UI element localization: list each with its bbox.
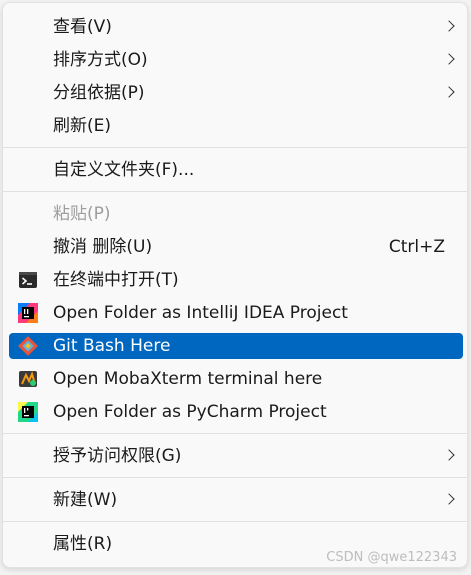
watermark: CSDN @qwe122343 [326, 550, 457, 565]
context-menu: 查看(V) 排序方式(O) 分组依据(P) 刷新(E) 自定义文件夹(F)...… [2, 2, 468, 568]
menu-item-group-by[interactable]: 分组依据(P) [9, 80, 463, 106]
intellij-idea-icon [18, 303, 38, 323]
mobaxterm-icon [18, 369, 38, 389]
menu-separator [3, 191, 467, 192]
menu-item-view[interactable]: 查看(V) [9, 14, 463, 40]
menu-item-label: 撤消 删除(U) [53, 237, 153, 257]
menu-item-open-pycharm[interactable]: Open Folder as PyCharm Project [9, 399, 463, 425]
menu-item-sort-by[interactable]: 排序方式(O) [9, 47, 463, 73]
menu-separator [3, 433, 467, 434]
menu-separator [3, 477, 467, 478]
menu-item-refresh[interactable]: 刷新(E) [9, 113, 463, 139]
menu-item-give-access[interactable]: 授予访问权限(G) [9, 443, 463, 469]
menu-item-label: Open Folder as PyCharm Project [53, 402, 327, 422]
git-icon [18, 336, 38, 356]
chevron-right-icon [443, 20, 455, 32]
menu-item-open-mobaxterm[interactable]: Open MobaXterm terminal here [9, 366, 463, 392]
menu-item-paste: 粘贴(P) [9, 201, 463, 227]
menu-item-label: 刷新(E) [53, 116, 112, 136]
menu-item-label: 自定义文件夹(F)... [53, 160, 195, 180]
menu-item-git-bash-here[interactable]: Git Bash Here [9, 333, 463, 359]
menu-item-customize-folder[interactable]: 自定义文件夹(F)... [9, 157, 463, 183]
chevron-right-icon [443, 493, 455, 505]
menu-item-label: 排序方式(O) [53, 50, 148, 70]
menu-item-label: 新建(W) [53, 490, 118, 510]
menu-item-open-in-terminal[interactable]: 在终端中打开(T) [9, 267, 463, 293]
menu-item-new[interactable]: 新建(W) [9, 487, 463, 513]
chevron-right-icon [443, 86, 455, 98]
menu-item-label: 查看(V) [53, 17, 112, 37]
menu-separator [3, 521, 467, 522]
menu-item-label: 在终端中打开(T) [53, 270, 179, 290]
menu-item-open-intellij[interactable]: Open Folder as IntelliJ IDEA Project [9, 300, 463, 326]
menu-item-label: Open Folder as IntelliJ IDEA Project [53, 303, 348, 323]
pycharm-icon [18, 402, 38, 422]
menu-item-undo-delete[interactable]: 撤消 删除(U) Ctrl+Z [9, 234, 463, 260]
chevron-right-icon [443, 53, 455, 65]
menu-separator [3, 147, 467, 148]
menu-item-label: Git Bash Here [53, 336, 171, 356]
terminal-icon [18, 270, 38, 290]
menu-item-label: 粘贴(P) [53, 204, 111, 224]
shortcut-label: Ctrl+Z [388, 237, 445, 257]
menu-item-label: 属性(R) [53, 534, 113, 554]
menu-item-label: Open MobaXterm terminal here [53, 369, 323, 389]
menu-item-label: 分组依据(P) [53, 83, 145, 103]
menu-item-label: 授予访问权限(G) [53, 446, 182, 466]
chevron-right-icon [443, 449, 455, 461]
